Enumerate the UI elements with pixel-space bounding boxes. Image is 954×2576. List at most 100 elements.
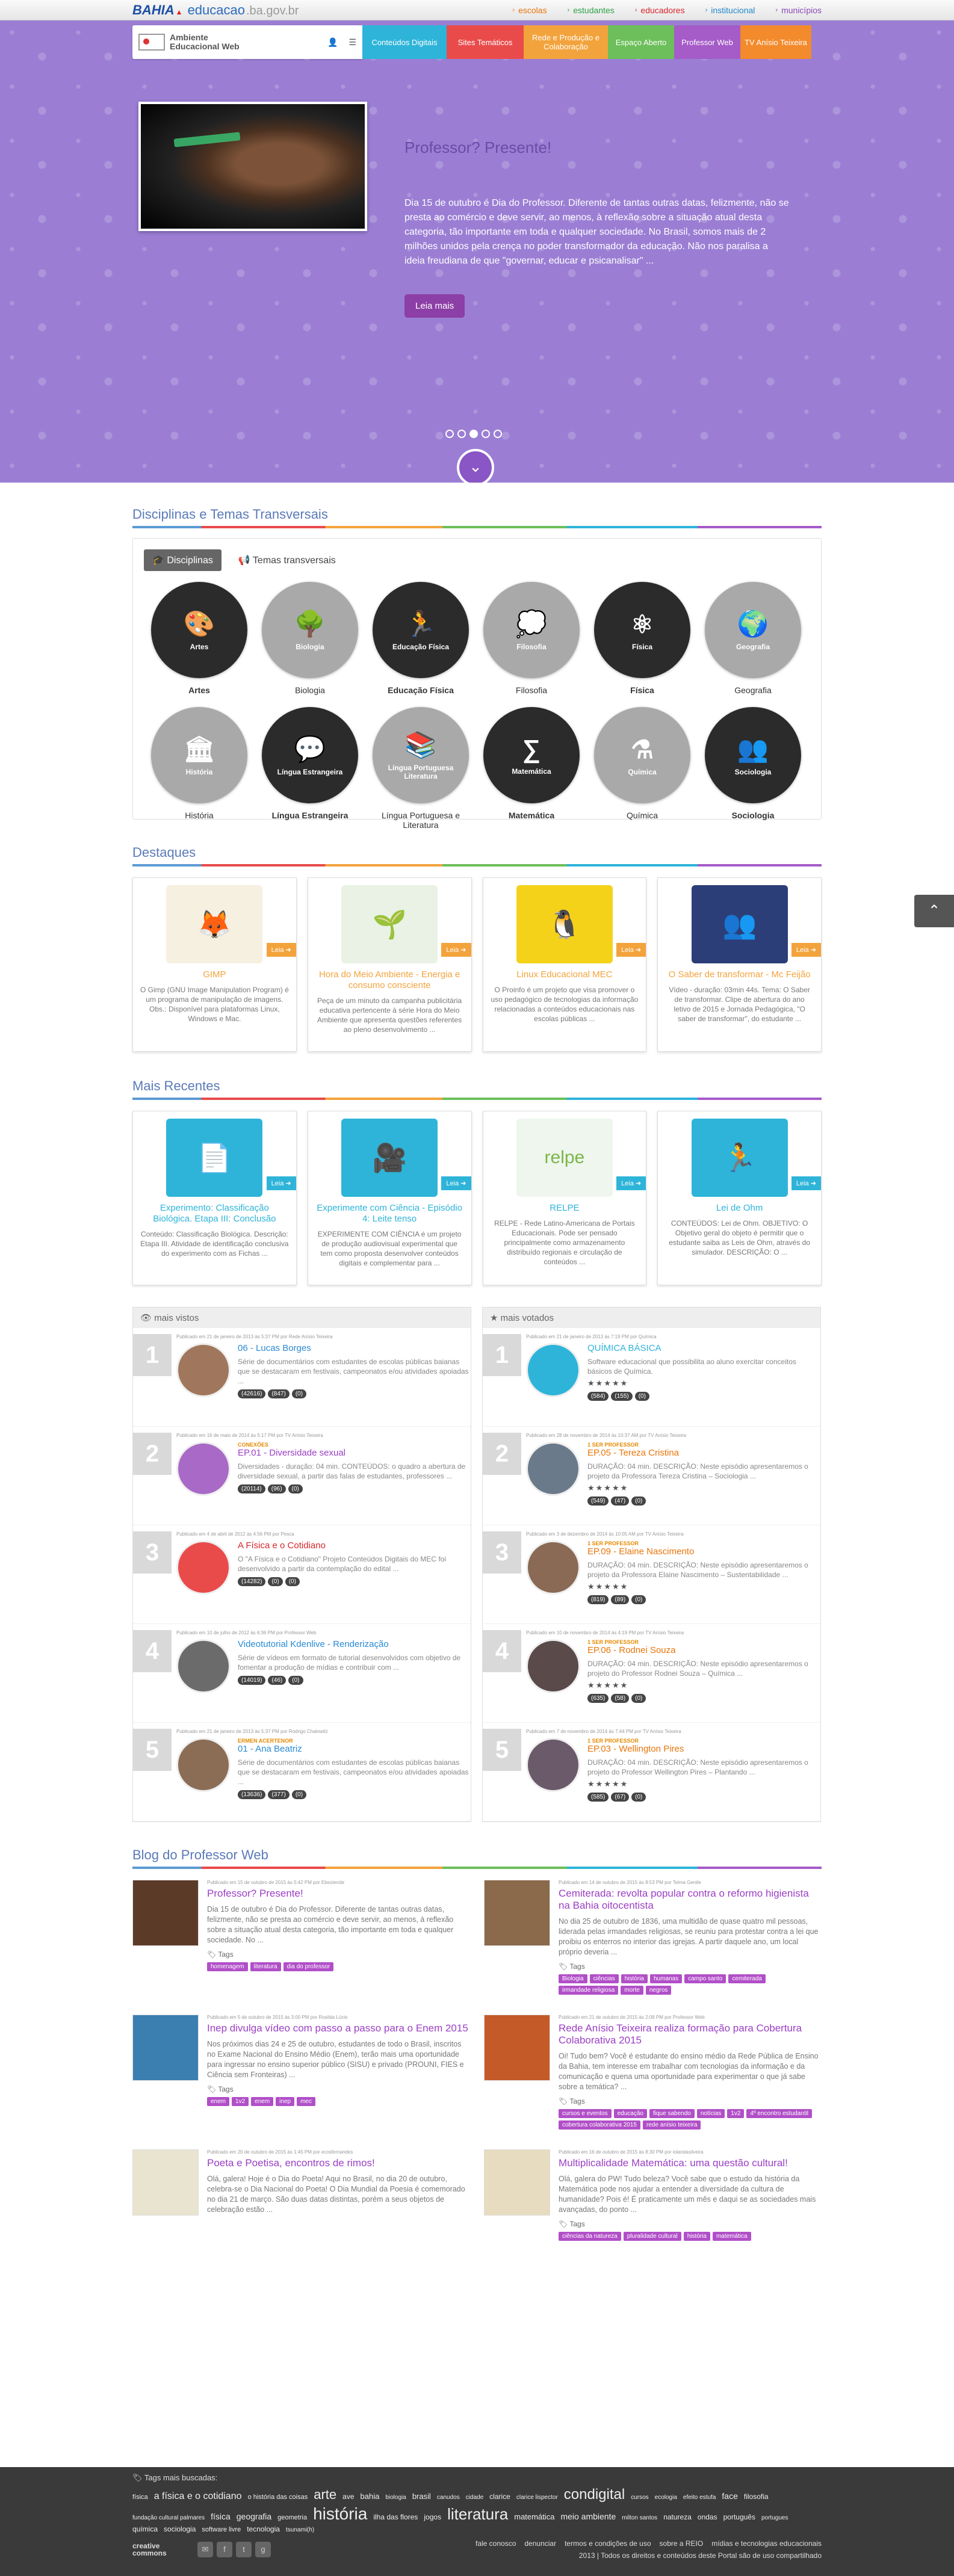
card-read-button[interactable]: Leia ➜ bbox=[616, 1176, 646, 1190]
nav-item-1[interactable]: Sites Temáticos bbox=[447, 25, 524, 59]
entry-title[interactable]: EP.03 - Wellington Pires bbox=[587, 1744, 820, 1754]
recentes-card-3[interactable]: 🏃 Leia ➜ Lei de Ohm CONTEÚDOS: Lei de Ohm. … bbox=[657, 1111, 822, 1285]
tab-disciplinas[interactable]: 🎓 Disciplinas bbox=[144, 549, 221, 571]
tag-cloud-item[interactable]: brasil bbox=[412, 2492, 431, 2501]
nav-brand[interactable]: Ambiente Educacional Web 👤 ☰ bbox=[132, 25, 362, 59]
blog-post-image[interactable] bbox=[484, 2015, 550, 2081]
disciplina-10[interactable]: ⚗ Química Química bbox=[594, 707, 690, 830]
entry-thumbnail[interactable] bbox=[526, 1738, 580, 1792]
entry-title[interactable]: EP.01 - Diversidade sexual bbox=[238, 1448, 471, 1458]
educacao-logo[interactable]: BAHIA ▲ educacao .ba.gov.br bbox=[132, 2, 299, 18]
card-read-button[interactable]: Leia ➜ bbox=[441, 943, 471, 957]
slide-title[interactable]: Professor? Presente! bbox=[404, 138, 551, 157]
slider-dot[interactable] bbox=[457, 430, 466, 438]
entry-title[interactable]: 01 - Ana Beatriz bbox=[238, 1744, 471, 1754]
tag-cloud-item[interactable]: meio ambiente bbox=[560, 2512, 616, 2521]
entry-title[interactable]: QUÍMICA BÁSICA bbox=[587, 1343, 820, 1353]
tag-chip[interactable]: ciências da natureza bbox=[559, 2232, 621, 2241]
tag-chip[interactable]: 1v2 bbox=[232, 2097, 249, 2106]
top-link-3[interactable]: › institucional bbox=[705, 5, 755, 15]
tag-chip[interactable]: cobertura colaborativa 2015 bbox=[559, 2120, 640, 2130]
card-title[interactable]: GIMP bbox=[140, 969, 289, 980]
rating-stars[interactable]: ★★★★★ bbox=[587, 1779, 820, 1789]
entry-title[interactable]: EP.09 - Elaine Nascimento bbox=[587, 1546, 820, 1557]
footer-link-4[interactable]: mídias e tecnologias educacionais bbox=[711, 2539, 822, 2548]
slider-dot[interactable] bbox=[494, 430, 502, 438]
read-more-button[interactable]: Leia mais bbox=[404, 294, 465, 318]
destaques-card-0[interactable]: 🦊 Leia ➜ GIMP O Gimp (GNU Image Manipulatio… bbox=[132, 877, 297, 1052]
entry-thumbnail[interactable] bbox=[176, 1738, 231, 1792]
tag-chip[interactable]: 1v2 bbox=[727, 2109, 745, 2118]
slider-dot[interactable] bbox=[482, 430, 490, 438]
nav-item-4[interactable]: Professor Web bbox=[674, 25, 740, 59]
top-link-4[interactable]: › municípios bbox=[775, 5, 822, 15]
tag-chip[interactable]: Biologia bbox=[559, 1974, 587, 1983]
recentes-card-2[interactable]: relpe Leia ➜ RELPE RELPE - Rede Latino-Amer… bbox=[482, 1111, 647, 1285]
menu-list-icon[interactable]: ☰ bbox=[348, 37, 356, 48]
tag-cloud-item[interactable]: condigital bbox=[564, 2486, 625, 2503]
googleplus-icon[interactable]: g bbox=[255, 2542, 271, 2557]
footer-link-3[interactable]: sobre a REIO bbox=[660, 2539, 704, 2548]
card-read-button[interactable]: Leia ➜ bbox=[791, 1176, 821, 1190]
slider-dot-active[interactable] bbox=[469, 430, 478, 438]
tag-cloud-item[interactable]: bahia bbox=[361, 2492, 380, 2501]
tag-chip[interactable]: 4º encontro estudantil bbox=[746, 2109, 812, 2118]
tag-cloud-item[interactable]: ilha das flores bbox=[373, 2513, 418, 2521]
tag-cloud-item[interactable]: matemática bbox=[514, 2512, 554, 2521]
blog-post-image[interactable] bbox=[132, 2015, 199, 2081]
top-link-1[interactable]: › estudantes bbox=[568, 5, 615, 15]
disciplina-0[interactable]: 🎨 Artes Artes bbox=[151, 582, 247, 695]
tag-cloud-item[interactable]: o história das coisas bbox=[248, 2494, 308, 2501]
tag-chip[interactable]: ciências bbox=[589, 1974, 619, 1983]
tag-cloud-item[interactable]: portugues bbox=[761, 2515, 788, 2521]
blog-post-image[interactable] bbox=[132, 1880, 199, 1946]
rating-stars[interactable]: ★★★★★ bbox=[587, 1681, 820, 1690]
footer-link-1[interactable]: denunciar bbox=[524, 2539, 556, 2548]
entry-thumbnail[interactable] bbox=[176, 1540, 231, 1595]
footer-link-0[interactable]: fale conosco bbox=[475, 2539, 516, 2548]
disciplina-2[interactable]: 🏃 Educação Física Educação Física bbox=[373, 582, 469, 695]
recentes-card-1[interactable]: 🎥 Leia ➜ Experimente com Ciência - Episódi… bbox=[307, 1111, 472, 1285]
disciplina-1[interactable]: 🌳 Biologia Biologia bbox=[262, 582, 358, 695]
tag-cloud-item[interactable]: sociologia bbox=[164, 2525, 196, 2533]
tag-cloud-item[interactable]: face bbox=[722, 2491, 737, 2501]
tab-temas-transversais[interactable]: 📢 Temas transversais bbox=[230, 549, 344, 571]
blog-post-title[interactable]: Inep divulga vídeo com passo a passo par… bbox=[207, 2022, 469, 2034]
entry-title[interactable]: 06 - Lucas Borges bbox=[238, 1343, 471, 1353]
tag-chip[interactable]: negros bbox=[645, 1986, 672, 1995]
tag-cloud-item[interactable]: clarice bbox=[489, 2492, 510, 2501]
tag-chip[interactable]: rede anísio teixeira bbox=[642, 2120, 701, 2130]
tag-chip[interactable]: enem bbox=[251, 2097, 274, 2106]
card-read-button[interactable]: Leia ➜ bbox=[266, 1176, 296, 1190]
tag-chip[interactable]: cemiterada bbox=[728, 1974, 766, 1983]
tag-chip[interactable]: campo santo bbox=[684, 1974, 726, 1983]
card-title[interactable]: Hora do Meio Ambiente - Energia e consum… bbox=[315, 969, 464, 991]
disciplina-6[interactable]: 🏛 História História bbox=[151, 707, 247, 830]
card-read-button[interactable]: Leia ➜ bbox=[616, 943, 646, 957]
disciplina-11[interactable]: 👥 Sociologia Sociologia bbox=[705, 707, 801, 830]
tag-chip[interactable]: dia do professor bbox=[283, 1962, 334, 1971]
blog-post-image[interactable] bbox=[484, 2149, 550, 2216]
tag-cloud-item[interactable]: tecnologia bbox=[247, 2525, 280, 2533]
footer-link-2[interactable]: termos e condições de uso bbox=[565, 2539, 651, 2548]
entry-thumbnail[interactable] bbox=[176, 1343, 231, 1397]
card-title[interactable]: Experimento: Classificação Biológica. Et… bbox=[140, 1203, 289, 1225]
blog-post-image[interactable] bbox=[484, 1880, 550, 1946]
tag-cloud-item[interactable]: tsunami(h) bbox=[286, 2527, 314, 2533]
tag-chip[interactable]: cursos e eventos bbox=[559, 2109, 612, 2118]
card-title[interactable]: Experimente com Ciência - Episódio 4: Le… bbox=[315, 1203, 464, 1225]
card-read-button[interactable]: Leia ➜ bbox=[791, 943, 821, 957]
tag-cloud-item[interactable]: literatura bbox=[447, 2505, 508, 2524]
tag-chip[interactable]: literatura bbox=[250, 1962, 281, 1971]
tag-chip[interactable]: matemática bbox=[712, 2232, 751, 2241]
destaques-card-2[interactable]: 🐧 Leia ➜ Linux Educacional MEC O Proinfo é … bbox=[482, 877, 647, 1052]
destaques-card-3[interactable]: 👥 Leia ➜ O Saber de transformar - Mc Feijã… bbox=[657, 877, 822, 1052]
tag-chip[interactable]: fique sabendo bbox=[649, 2109, 695, 2118]
card-title[interactable]: Linux Educacional MEC bbox=[491, 969, 639, 980]
tag-cloud-item[interactable]: geografia bbox=[237, 2512, 271, 2521]
disciplina-5[interactable]: 🌍 Geografia Geografia bbox=[705, 582, 801, 695]
tag-chip[interactable]: inep bbox=[276, 2097, 295, 2106]
tag-cloud-item[interactable]: milton santos bbox=[622, 2515, 657, 2521]
entry-thumbnail[interactable] bbox=[176, 1442, 231, 1496]
tag-cloud-item[interactable]: jogos bbox=[424, 2513, 441, 2521]
